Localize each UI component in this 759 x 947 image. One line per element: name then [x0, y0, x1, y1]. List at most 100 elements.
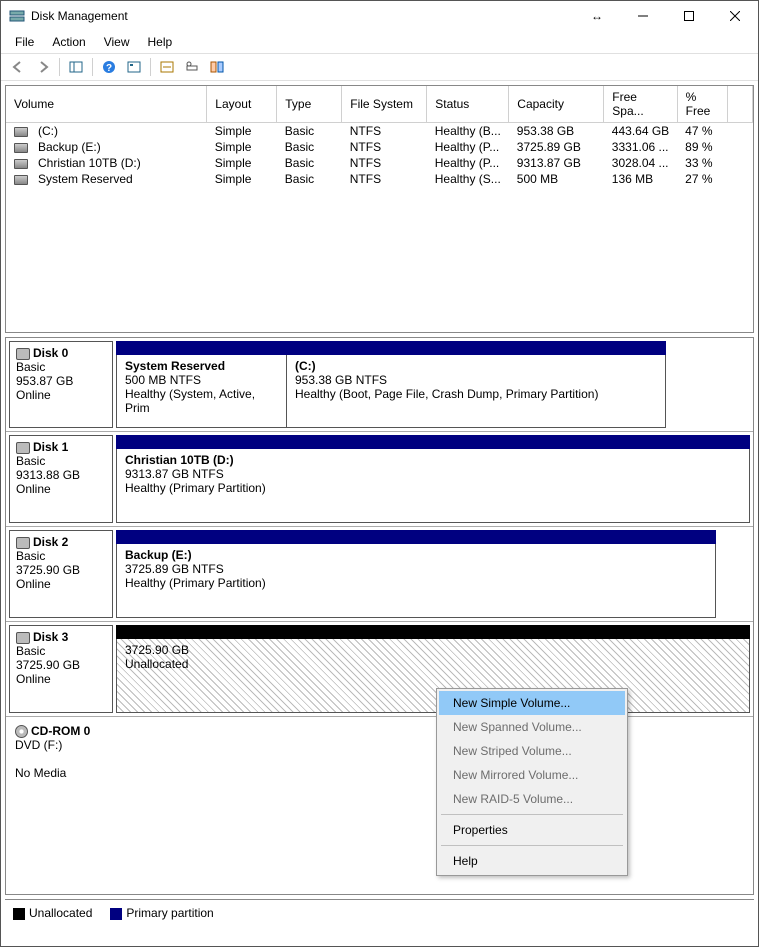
- partition[interactable]: System Reserved 500 MB NTFS Healthy (Sys…: [117, 355, 287, 427]
- ctx-new-mirrored-volume[interactable]: New Mirrored Volume...: [439, 763, 625, 787]
- partition[interactable]: Backup (E:) 3725.89 GB NTFS Healthy (Pri…: [117, 544, 715, 617]
- partition-status: Healthy (Boot, Page File, Crash Dump, Pr…: [295, 387, 657, 401]
- menu-file[interactable]: File: [7, 33, 42, 51]
- drive-icon: [14, 159, 28, 169]
- cell-layout: Simple: [207, 155, 277, 171]
- cell-pct: 33 %: [677, 155, 727, 171]
- drive-icon: [14, 127, 28, 137]
- partition-status: Healthy (Primary Partition): [125, 481, 741, 495]
- disk-info[interactable]: CD-ROM 0 DVD (F:) No Media: [9, 720, 113, 809]
- disk-icon: [16, 632, 30, 644]
- disk-state: No Media: [15, 766, 107, 780]
- menu-bar: File Action View Help: [1, 31, 758, 53]
- cell-type: Basic: [277, 139, 342, 155]
- partition[interactable]: Christian 10TB (D:) 9313.87 GB NTFS Heal…: [117, 449, 749, 522]
- disk-type: DVD (F:): [15, 738, 107, 752]
- disk-info[interactable]: Disk 3 Basic 3725.90 GB Online: [9, 625, 113, 713]
- menu-action[interactable]: Action: [44, 33, 93, 51]
- col-status[interactable]: Status: [427, 86, 509, 123]
- partition-size: 3725.89 GB NTFS: [125, 562, 707, 576]
- disk-type: Basic: [16, 644, 106, 658]
- close-button[interactable]: [712, 1, 758, 31]
- partition-status: Healthy (Primary Partition): [125, 576, 707, 590]
- app-icon: [9, 8, 25, 24]
- ctx-separator: [441, 845, 623, 846]
- cell-status: Healthy (P...: [427, 155, 509, 171]
- ctx-new-spanned-volume[interactable]: New Spanned Volume...: [439, 715, 625, 739]
- disk-name: Disk 0: [33, 346, 68, 360]
- col-type[interactable]: Type: [277, 86, 342, 123]
- col-filesystem[interactable]: File System: [342, 86, 427, 123]
- ctx-new-striped-volume[interactable]: New Striped Volume...: [439, 739, 625, 763]
- drive-icon: [14, 175, 28, 185]
- legend-swatch-unallocated: [13, 908, 25, 920]
- disk-size: 3725.90 GB: [16, 658, 106, 672]
- table-row[interactable]: (C:)SimpleBasicNTFSHealthy (B...953.38 G…: [6, 123, 753, 140]
- disk-info[interactable]: Disk 2 Basic 3725.90 GB Online: [9, 530, 113, 618]
- cell-filesystem: NTFS: [342, 171, 427, 187]
- disk-size: 3725.90 GB: [16, 563, 106, 577]
- minimize-button[interactable]: [620, 1, 666, 31]
- partition-name: Backup (E:): [125, 548, 707, 562]
- disk-size: 953.87 GB: [16, 374, 106, 388]
- cell-filesystem: NTFS: [342, 123, 427, 140]
- cell-type: Basic: [277, 155, 342, 171]
- disk-icon: [16, 348, 30, 360]
- disk-type: Basic: [16, 454, 106, 468]
- ctx-new-raid5-volume[interactable]: New RAID-5 Volume...: [439, 787, 625, 811]
- rescan-disks-button[interactable]: [181, 56, 203, 78]
- unallocated-space[interactable]: 3725.90 GB Unallocated: [117, 639, 749, 712]
- table-row[interactable]: System ReservedSimpleBasicNTFSHealthy (S…: [6, 171, 753, 187]
- cdrom-icon: [15, 725, 28, 738]
- table-row[interactable]: Backup (E:)SimpleBasicNTFSHealthy (P...3…: [6, 139, 753, 155]
- disk-state: Online: [16, 388, 106, 402]
- col-volume[interactable]: Volume: [6, 86, 207, 123]
- cell-filesystem: NTFS: [342, 139, 427, 155]
- cell-capacity: 500 MB: [509, 171, 604, 187]
- col-capacity[interactable]: Capacity: [509, 86, 604, 123]
- ctx-properties[interactable]: Properties: [439, 818, 625, 842]
- ctx-new-simple-volume[interactable]: New Simple Volume...: [439, 691, 625, 715]
- volume-list[interactable]: Volume Layout Type File System Status Ca…: [5, 85, 754, 333]
- settings-button[interactable]: [123, 56, 145, 78]
- col-layout[interactable]: Layout: [207, 86, 277, 123]
- help-button[interactable]: ?: [98, 56, 120, 78]
- cell-pct: 89 %: [677, 139, 727, 155]
- cell-capacity: 3725.89 GB: [509, 139, 604, 155]
- table-row[interactable]: Christian 10TB (D:)SimpleBasicNTFSHealth…: [6, 155, 753, 171]
- cell-status: Healthy (P...: [427, 139, 509, 155]
- action-list-button[interactable]: [206, 56, 228, 78]
- show-hide-console-tree-button[interactable]: [65, 56, 87, 78]
- cell-status: Healthy (S...: [427, 171, 509, 187]
- partition-status: Healthy (System, Active, Prim: [125, 387, 278, 415]
- forward-button[interactable]: [32, 56, 54, 78]
- disk-info[interactable]: Disk 1 Basic 9313.88 GB Online: [9, 435, 113, 523]
- ctx-help[interactable]: Help: [439, 849, 625, 873]
- cell-type: Basic: [277, 123, 342, 140]
- partition-header-bar: [116, 530, 716, 544]
- partition-name: System Reserved: [125, 359, 278, 373]
- disk-name: Disk 3: [33, 630, 68, 644]
- cell-volume: Backup (E:): [30, 139, 207, 155]
- legend: Unallocated Primary partition: [5, 899, 754, 926]
- back-button[interactable]: [7, 56, 29, 78]
- col-percent-free[interactable]: % Free: [677, 86, 727, 123]
- cell-layout: Simple: [207, 171, 277, 187]
- disk-row: CD-ROM 0 DVD (F:) No Media: [6, 717, 753, 812]
- partition[interactable]: (C:) 953.38 GB NTFS Healthy (Boot, Page …: [287, 355, 665, 427]
- refresh-button[interactable]: [156, 56, 178, 78]
- legend-swatch-primary: [110, 908, 122, 920]
- cell-free: 3028.04 ...: [604, 155, 677, 171]
- disk-row: Disk 0 Basic 953.87 GB Online System Res…: [6, 338, 753, 432]
- col-free-space[interactable]: Free Spa...: [604, 86, 677, 123]
- maximize-button[interactable]: [666, 1, 712, 31]
- cell-volume: System Reserved: [30, 171, 207, 187]
- disk-info[interactable]: Disk 0 Basic 953.87 GB Online: [9, 341, 113, 428]
- menu-view[interactable]: View: [96, 33, 138, 51]
- partition-size: 3725.90 GB: [125, 643, 741, 657]
- cell-type: Basic: [277, 171, 342, 187]
- context-menu: New Simple Volume... New Spanned Volume.…: [436, 688, 628, 876]
- disk-row: Disk 1 Basic 9313.88 GB Online Christian…: [6, 432, 753, 527]
- toolbar: ?: [1, 53, 758, 81]
- menu-help[interactable]: Help: [140, 33, 181, 51]
